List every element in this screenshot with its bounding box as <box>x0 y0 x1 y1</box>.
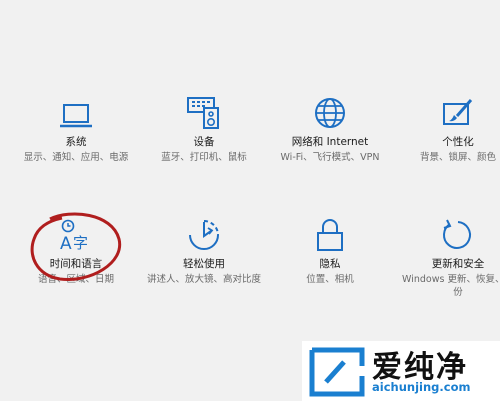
tile-desc: 讲述人、放大镜、高对比度 <box>146 274 261 285</box>
tile-title: 网络和 Internet <box>291 136 369 148</box>
paint-icon <box>441 86 475 130</box>
tile-ease-of-access[interactable]: 轻松使用 讲述人、放大镜、高对比度 <box>144 208 264 286</box>
tile-desc: 显示、通知、应用、电源 <box>23 152 129 163</box>
tile-title: 个性化 <box>442 136 474 148</box>
tile-desc: Wi-Fi、飞行模式、VPN <box>280 152 380 163</box>
tile-title: 轻松使用 <box>183 258 225 270</box>
tile-desc: 蓝牙、打印机、鼠标 <box>161 152 247 163</box>
tile-time-language[interactable]: A 字 时间和语言 语音、区域、日期 <box>16 208 136 286</box>
tile-system[interactable]: 系统 显示、通知、应用、电源 <box>16 86 136 164</box>
tile-title: 更新和安全 <box>431 258 485 270</box>
tile-update-security[interactable]: 更新和安全 Windows 更新、恢复、备份 <box>398 208 500 299</box>
svg-text:字: 字 <box>73 234 88 252</box>
laptop-icon <box>59 86 93 130</box>
tile-title: 时间和语言 <box>49 258 103 270</box>
tile-desc: 语音、区域、日期 <box>37 274 114 285</box>
tile-desc: 背景、锁屏、颜色 <box>419 152 496 163</box>
devices-icon <box>186 86 222 130</box>
svg-text:A: A <box>60 234 72 252</box>
watermark-url: aichunjing.com <box>372 380 471 394</box>
refresh-icon <box>441 208 475 252</box>
tile-network[interactable]: 网络和 Internet Wi-Fi、飞行模式、VPN <box>270 86 390 164</box>
tile-title: 设备 <box>193 136 215 148</box>
tile-desc: Windows 更新、恢复、备份 <box>402 274 500 298</box>
tile-devices[interactable]: 设备 蓝牙、打印机、鼠标 <box>144 86 264 164</box>
globe-icon <box>313 86 347 130</box>
tile-desc: 位置、相机 <box>306 274 354 285</box>
tile-privacy[interactable]: 隐私 位置、相机 <box>270 208 390 286</box>
ease-of-access-icon <box>187 208 221 252</box>
lock-icon <box>315 208 345 252</box>
tile-title: 系统 <box>65 136 87 148</box>
tile-personalization[interactable]: 个性化 背景、锁屏、颜色 <box>398 86 500 164</box>
watermark-logo-icon <box>309 347 365 397</box>
language-icon: A 字 <box>56 208 96 252</box>
tile-title: 隐私 <box>319 258 341 270</box>
